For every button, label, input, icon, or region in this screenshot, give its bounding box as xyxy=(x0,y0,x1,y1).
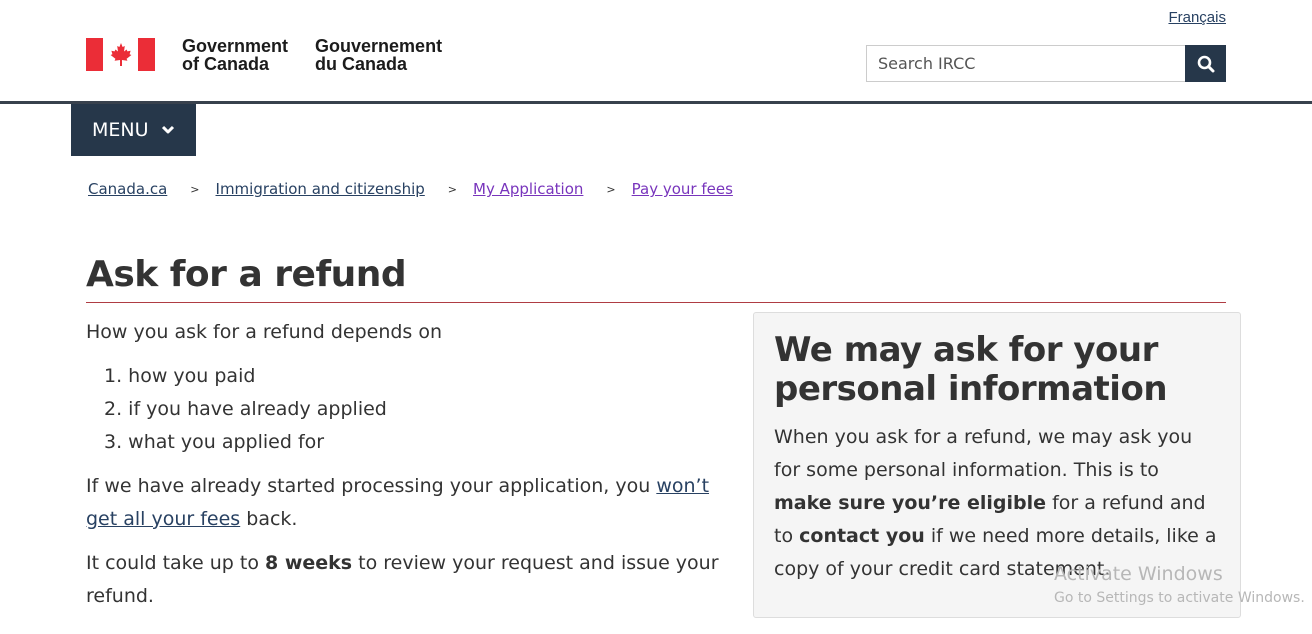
breadcrumb-immigration[interactable]: Immigration and citizenship xyxy=(216,180,425,198)
canada-flag-icon xyxy=(86,38,155,71)
chevron-down-icon xyxy=(161,125,175,135)
panel-title: We may ask for your personal information xyxy=(774,330,1168,409)
list-item: 2. if you have already applied xyxy=(104,398,387,420)
main-content: How you ask for a refund depends on 1. h… xyxy=(86,316,736,624)
brand-en-line2: of Canada xyxy=(182,54,270,74)
title-underline xyxy=(86,302,1226,303)
processing-paragraph: If we have already started processing yo… xyxy=(86,470,736,536)
search-input[interactable] xyxy=(866,45,1185,82)
menu-button[interactable]: MENU xyxy=(71,104,196,156)
review-time-paragraph: It could take up to 8 weeks to review yo… xyxy=(86,547,736,613)
panel-bold-eligible: make sure you’re eligible xyxy=(774,492,1047,514)
breadcrumb-separator: > xyxy=(447,182,458,196)
brand-fr-line2: du Canada xyxy=(315,54,408,74)
list-item: 3. what you applied for xyxy=(104,431,325,453)
watermark-subtitle: Go to Settings to activate Windows. xyxy=(1054,590,1305,606)
breadcrumb-separator: > xyxy=(606,182,616,196)
breadcrumb-my-application[interactable]: My Application xyxy=(473,180,583,198)
header-divider xyxy=(0,101,1312,104)
processing-text-before: If we have already started processing yo… xyxy=(86,475,657,497)
language-toggle-link[interactable]: Français xyxy=(1168,9,1226,26)
menu-label: MENU xyxy=(92,119,149,141)
intro-text: How you ask for a refund depends on xyxy=(86,321,443,343)
page-title: Ask for a refund xyxy=(86,254,407,295)
search-icon xyxy=(1197,55,1214,72)
breadcrumb-canada-ca[interactable]: Canada.ca xyxy=(88,180,167,198)
review-time-value: 8 weeks xyxy=(265,552,353,574)
processing-text-after: back. xyxy=(240,508,298,530)
breadcrumb-separator: > xyxy=(190,182,200,196)
refund-factors-list: 1. how you paid 2. if you have already a… xyxy=(104,360,736,459)
panel-text-part: When you ask for a refund, we may ask yo… xyxy=(774,426,1193,481)
brand-en-line1: Government xyxy=(182,36,289,56)
government-of-canada-signature[interactable]: Government of Canada Gouvernement du Can… xyxy=(86,37,469,73)
watermark-title: Activate Windows xyxy=(1054,563,1223,585)
brand-fr-line1: Gouvernement xyxy=(315,36,443,56)
search-button[interactable] xyxy=(1185,45,1226,82)
panel-bold-contact: contact you xyxy=(799,525,925,547)
breadcrumb-pay-your-fees[interactable]: Pay your fees xyxy=(632,180,733,198)
activate-windows-watermark: Activate Windows Go to Settings to activ… xyxy=(1054,562,1305,610)
list-item: 1. how you paid xyxy=(104,365,256,387)
breadcrumb: Canada.ca > Immigration and citizenship … xyxy=(88,180,733,198)
government-wordmark: Government of Canada Gouvernement du Can… xyxy=(182,37,469,73)
review-text-before: It could take up to xyxy=(86,552,265,574)
search-form xyxy=(866,45,1226,82)
